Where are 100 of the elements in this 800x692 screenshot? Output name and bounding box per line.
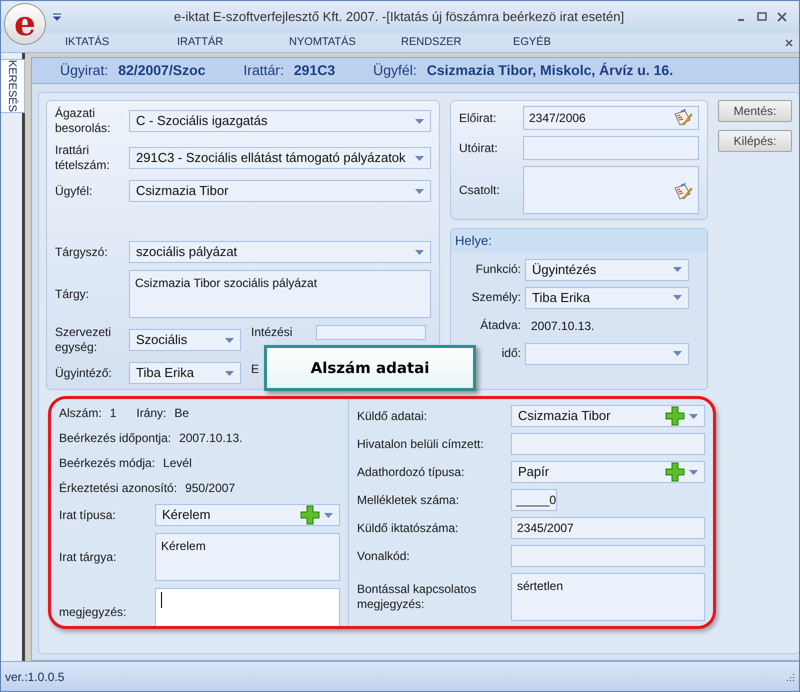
field-label: Irattári tételszám: [55,143,111,173]
field-label: Tárgyszó: [55,244,109,260]
maximize-icon[interactable] [757,12,767,22]
quick-access-icon[interactable] [53,13,61,21]
caret-icon [225,338,234,342]
caret-icon [225,370,234,376]
field-label: Küldő iktatószáma: [357,520,460,536]
menu-item[interactable]: IRATTÁR [177,34,289,51]
field-label: Mellékletek száma: [357,492,460,508]
side-tab[interactable]: KERESÉS [1,59,25,113]
field-label: Személy: [470,290,522,305]
input-field[interactable] [511,433,705,455]
header-value: 82/2007/Szoc [118,61,206,80]
dropdown[interactable]: Szociális [129,329,241,351]
field-label: Átadva: [479,318,522,333]
info-label: Érkeztetési azonosító: [59,480,178,497]
header-value: 291C3 [294,61,336,80]
caret-icon [324,512,333,518]
field-label: Szervezeti egység: [55,325,112,355]
field-label: Irat tárgya: [59,550,118,564]
info-value: Levél [163,455,192,472]
dropdown[interactable]: 291C3 - Szociális ellátást támogató pályázatok [129,147,431,169]
field-label: E [251,362,260,376]
menu-item[interactable]: IKTATÁS [65,34,177,51]
resize-grip-icon[interactable] [785,672,795,682]
field-label: Ágazati besorolás: [55,106,112,136]
info-value: 950/2007 [185,480,236,497]
header-value: Csizmazia Tibor, Miskolc, Árvíz u. 16. [426,61,674,80]
notepad-icon[interactable] [673,182,693,202]
field-label: Ügyintéző: [55,366,113,380]
field-label: Intézési [251,325,292,339]
caret-icon [673,351,682,356]
notepad-icon[interactable] [673,108,693,128]
plus-icon[interactable] [665,406,685,426]
info-label: Alszám: [59,405,102,422]
dropdown[interactable]: C - Szociális igazgatás [129,110,431,132]
dropdown[interactable]: Tiba Erika [129,362,241,384]
info-value: 1 [110,405,116,422]
field-label: megjegyzés: [59,604,128,620]
section-tooltip: Alszám adatai [264,345,476,391]
field-label: Küldő adatai: [357,408,428,424]
input-field[interactable] [523,136,699,160]
field-label: Ügyfél: [55,184,94,198]
field-label: Adathordozó típusa: [357,464,466,480]
field-label: Csatolt: [459,182,501,198]
caret-icon [415,156,424,160]
info-label: Beérkezés időpontja: [59,430,172,447]
field-value: 2007.10.13. [530,318,594,334]
app-logo: e [4,3,46,45]
text-area[interactable]: Csizmazia Tibor szociális pályázat [129,270,431,318]
info-value: Be [174,405,190,422]
input-field[interactable]: 2347/2006 [523,106,699,130]
input-field[interactable] [316,325,426,340]
close-icon[interactable] [785,38,793,46]
menu-item[interactable]: RENDSZER [401,34,513,51]
caret-icon [673,295,682,300]
field-label: Utóirat: [459,140,499,156]
text-cursor [161,592,162,608]
field-label: Vonalkód: [357,548,411,564]
info-label: Irány: [136,405,166,422]
field-label: Előirat: [459,110,498,126]
window-title: e-iktat E-szoftverfejlesztő Kft. 2007. -[Iktatás új föszámra beérkezö irat esetén] [172,8,626,26]
caret-icon [415,118,424,124]
plus-icon[interactable] [300,505,320,525]
header-label: Ügyirat: [60,61,108,80]
info-label: Beérkezés módja: [59,455,156,472]
input-field[interactable] [511,545,705,567]
field-label: Irat típusa: [59,508,117,522]
caret-icon [673,267,682,272]
caret-icon [415,250,424,254]
field-label: Bontással kapcsolatos megjegyzés: [357,582,478,612]
dropdown[interactable]: Ügyintézés [525,258,689,280]
header-label: Ügyfél: [373,61,417,80]
close-icon[interactable] [777,12,787,22]
caret-icon [415,188,424,194]
number-field[interactable]: _____0 [511,489,557,511]
menu-item[interactable]: NYOMTATÁS [289,34,401,51]
caret-icon [689,414,698,418]
menu-item[interactable]: EGYÉB [513,34,625,51]
field-label: Funkció: [474,262,522,277]
dropdown[interactable]: Papír [511,461,705,483]
info-value: 2007.10.13. [179,430,242,447]
plus-icon[interactable] [665,462,685,482]
caret-icon [689,470,698,474]
action-button[interactable]: Kilépés: [718,130,792,152]
dropdown[interactable]: szociális pályázat [129,241,431,263]
dropdown[interactable]: Csizmazia Tibor [511,405,705,427]
group-title: Helye: [451,229,707,252]
header-label: Irattár: [243,61,284,80]
input-field[interactable]: 2345/2007 [511,517,705,539]
dropdown[interactable]: Tiba Erika [525,286,689,308]
field-label: Tárgy: [55,286,90,302]
text-area[interactable]: sértetlen [511,573,705,621]
field-label: idő: [500,346,522,361]
dropdown[interactable]: Kérelem [155,504,340,526]
version-text: ver.:1.0.0.5 [5,668,64,686]
action-button[interactable]: Mentés: [718,100,792,122]
text-area[interactable]: Kérelem [155,533,340,581]
field-label: Hivatalon belüli címzett: [357,436,485,452]
dropdown[interactable]: Csizmazia Tibor [129,180,431,202]
